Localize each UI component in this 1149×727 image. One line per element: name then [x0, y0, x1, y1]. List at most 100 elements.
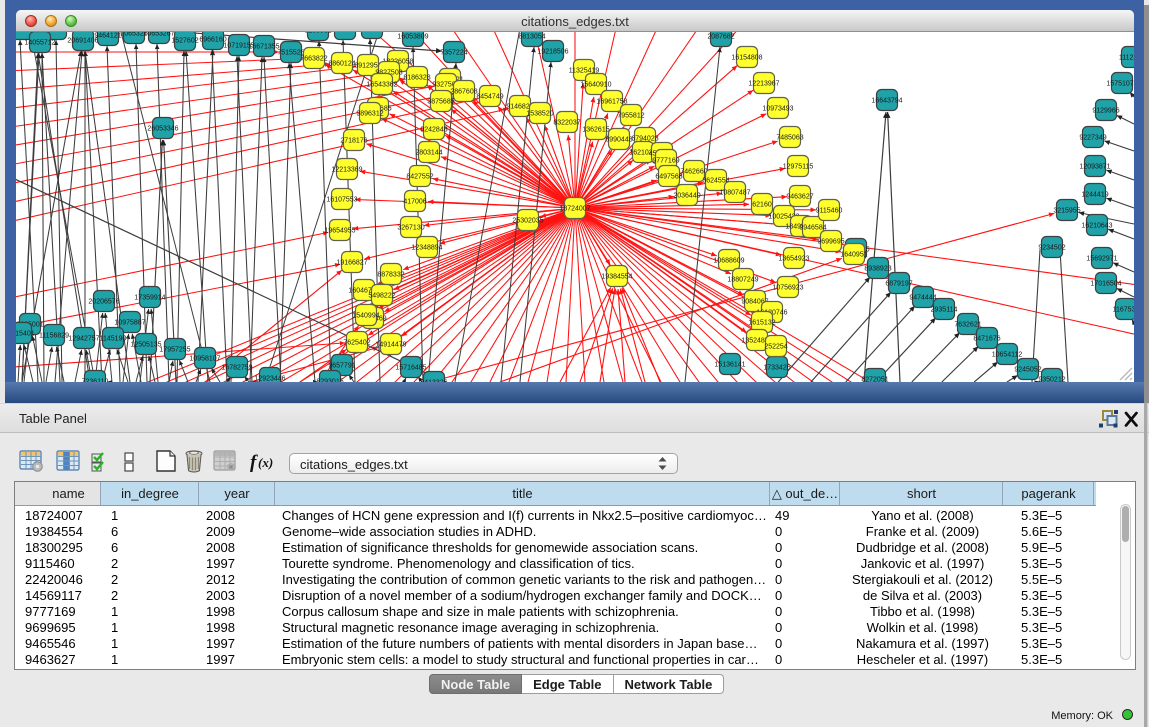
svg-text:10975887: 10975887 [114, 320, 145, 327]
svg-text:9896312: 9896312 [356, 111, 383, 118]
svg-text:7625402: 7625402 [343, 340, 370, 347]
svg-text:252254: 252254 [764, 344, 787, 351]
svg-text:6879197: 6879197 [885, 281, 912, 288]
svg-text:16543362: 16543362 [366, 82, 397, 89]
svg-text:2867608: 2867608 [450, 89, 477, 96]
svg-text:2036440: 2036440 [673, 193, 700, 200]
svg-text:62160: 62160 [752, 202, 772, 209]
svg-text:8860124: 8860124 [328, 61, 355, 68]
svg-text:9699695: 9699695 [817, 239, 844, 246]
svg-text:16154808: 16154808 [731, 55, 762, 62]
svg-text:16961758: 16961758 [596, 99, 627, 106]
svg-text:9463627: 9463627 [786, 194, 813, 201]
svg-text:8938923: 8938923 [864, 266, 891, 273]
svg-text:10688609: 10688609 [713, 258, 744, 265]
svg-text:17957255: 17957255 [159, 347, 190, 354]
svg-text:8322037: 8322037 [553, 120, 580, 127]
svg-text:25302035: 25302035 [512, 218, 543, 225]
svg-text:1640951: 1640951 [840, 252, 867, 259]
svg-text:12975115: 12975115 [783, 164, 814, 171]
svg-text:14055712: 14055712 [24, 40, 55, 47]
svg-text:2803144: 2803144 [415, 150, 442, 157]
svg-text:417006: 417006 [403, 199, 426, 206]
svg-text:8272051: 8272051 [861, 377, 888, 383]
svg-text:18807249: 18807249 [727, 277, 758, 284]
svg-text:9245052: 9245052 [1014, 367, 1041, 374]
svg-text:8912954: 8912954 [354, 63, 381, 70]
svg-text:18724007: 18724007 [559, 206, 590, 213]
svg-text:14914479: 14914479 [375, 342, 406, 349]
svg-text:2718176: 2718176 [340, 138, 367, 145]
svg-text:9135531: 9135531 [304, 32, 331, 35]
svg-text:9350212: 9350212 [1038, 377, 1065, 383]
svg-text:1733426: 1733426 [763, 365, 790, 372]
svg-text:9234502: 9234502 [1038, 245, 1065, 252]
svg-text:19654955: 19654955 [324, 228, 355, 235]
svg-text:3267130: 3267130 [397, 225, 424, 232]
svg-text:9946584: 9946584 [799, 225, 826, 232]
svg-text:15692971: 15692971 [1086, 256, 1117, 263]
svg-text:10654112: 10654112 [992, 352, 1023, 359]
svg-text:8427552: 8427552 [406, 174, 433, 181]
svg-text:9115460: 9115460 [816, 208, 843, 215]
svg-text:1615132: 1615132 [748, 320, 775, 327]
svg-text:10756923: 10756923 [772, 285, 803, 292]
svg-text:9227349: 9227349 [1079, 135, 1106, 142]
svg-text:7955812: 7955812 [617, 113, 644, 120]
svg-text:1362615: 1362615 [582, 127, 609, 134]
svg-text:1540994: 1540994 [352, 313, 379, 320]
svg-text:12505135: 12505135 [130, 342, 161, 349]
svg-text:12923446: 12923446 [254, 376, 285, 383]
svg-text:12213369: 12213369 [331, 167, 362, 174]
svg-text:12348894: 12348894 [411, 245, 442, 252]
svg-text:9777169: 9777169 [652, 158, 679, 165]
svg-text:1244419: 1244419 [1081, 192, 1108, 199]
svg-text:9413326: 9413326 [420, 380, 447, 383]
svg-text:19218506: 19218506 [537, 49, 568, 56]
svg-text:7104455: 7104455 [358, 32, 385, 33]
svg-text:17359914: 17359914 [134, 295, 165, 302]
svg-text:16643794: 16643794 [871, 98, 902, 105]
svg-text:8813054: 8813054 [518, 34, 545, 41]
svg-text:3915401: 3915401 [16, 331, 35, 338]
svg-text:16782759: 16782759 [221, 365, 252, 372]
svg-text:8454749: 8454749 [476, 94, 503, 101]
svg-text:9474444: 9474444 [909, 295, 936, 302]
svg-text:8186328: 8186328 [403, 75, 430, 82]
svg-text:8878332: 8878332 [377, 272, 404, 279]
svg-text:9657791: 9657791 [328, 363, 355, 370]
svg-text:3875685: 3875685 [427, 99, 454, 106]
svg-text:f: f [250, 452, 258, 473]
svg-text:10807487: 10807487 [719, 190, 750, 197]
svg-text:10653267: 10653267 [143, 32, 174, 38]
svg-text:8471676: 8471676 [973, 336, 1000, 343]
svg-text:12942757: 12942757 [68, 336, 99, 343]
svg-text:1145190: 1145190 [100, 336, 127, 343]
svg-text:1112233: 1112233 [1119, 55, 1134, 62]
svg-text:7236110: 7236110 [82, 379, 109, 383]
svg-text:8293314: 8293314 [331, 32, 358, 34]
svg-text:13654923: 13654923 [778, 256, 809, 263]
svg-text:26053346: 26053346 [147, 126, 178, 133]
svg-text:1167533: 1167533 [1113, 307, 1134, 314]
svg-text:7357224: 7357224 [440, 50, 467, 57]
svg-text:7663822: 7663822 [300, 56, 327, 63]
svg-text:12093871: 12093871 [1079, 164, 1110, 171]
svg-text:2935114: 2935114 [931, 307, 958, 314]
svg-text:5498222: 5498222 [368, 293, 395, 300]
svg-text:17016504: 17016504 [1090, 281, 1121, 288]
svg-text:1527602: 1527602 [171, 38, 198, 45]
svg-text:7632621: 7632621 [954, 322, 981, 329]
svg-text:12213967: 12213967 [748, 81, 779, 88]
svg-text:3215955: 3215955 [1053, 208, 1080, 215]
svg-text:15136141: 15136141 [714, 362, 745, 369]
svg-text:19384554: 19384554 [601, 274, 632, 281]
svg-text:(x): (x) [258, 455, 273, 470]
svg-text:16210643: 16210643 [1081, 223, 1112, 230]
svg-text:9129966: 9129966 [1092, 108, 1119, 115]
svg-text:2087682: 2087682 [707, 34, 734, 41]
svg-text:11156829: 11156829 [39, 333, 69, 340]
svg-text:15716485: 15716485 [395, 365, 426, 372]
svg-text:10973493: 10973493 [762, 106, 793, 113]
svg-text:10958107: 10958107 [189, 356, 220, 363]
